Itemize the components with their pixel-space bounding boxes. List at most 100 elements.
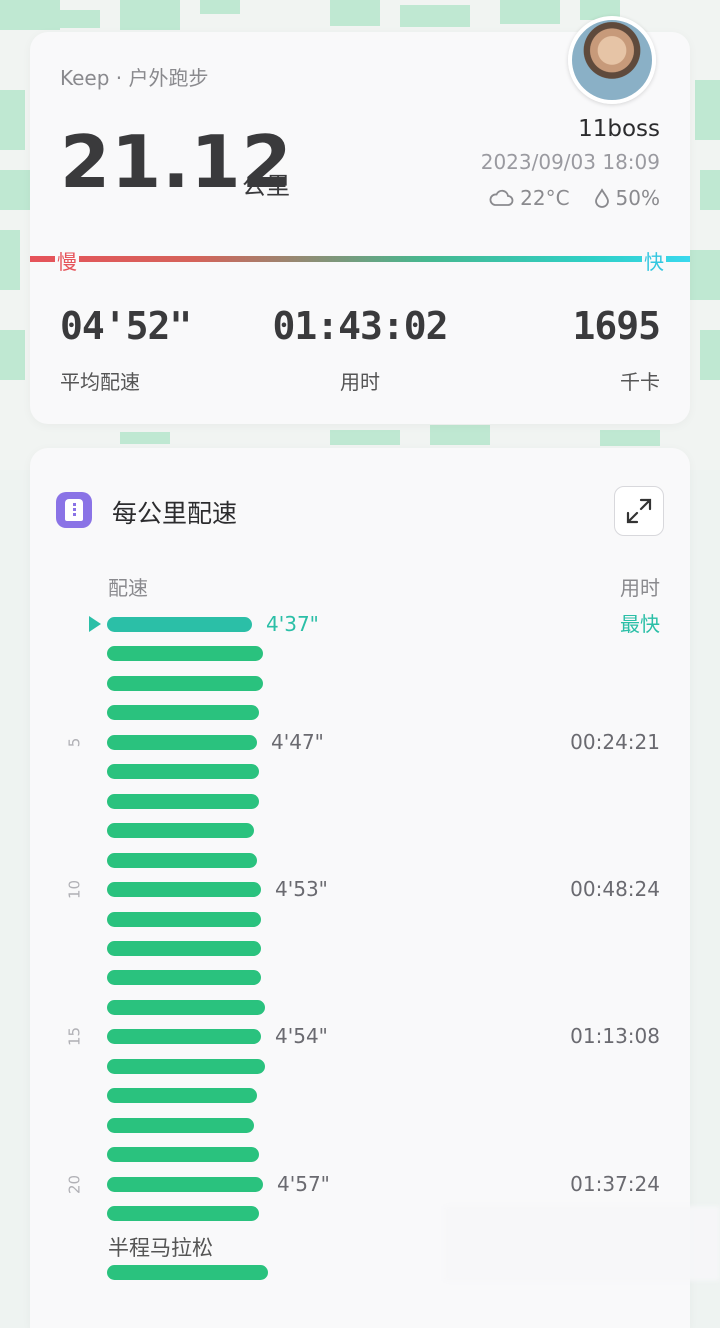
split-row: 20 4'57" 01:37:24 (30, 1170, 690, 1199)
map-patch (430, 425, 490, 445)
distance-unit: 公里 (242, 172, 290, 200)
split-time: 00:48:24 (570, 877, 660, 902)
run-datetime: 2023/09/03 18:09 (480, 150, 660, 174)
splits-card: 每公里配速 配速 用时 4'37" 最快 5 4'47" 00:24:21 10 4'53"… (30, 448, 690, 1328)
split-bar (107, 882, 261, 898)
split-bar (107, 1265, 268, 1281)
map-patch (0, 230, 20, 290)
split-bar (107, 911, 261, 927)
split-row (30, 669, 690, 698)
split-bar (107, 823, 254, 839)
time-column-header: 用时 (620, 576, 660, 600)
fast-label: 快 (642, 246, 666, 275)
split-row (30, 757, 690, 786)
map-patch (0, 90, 25, 150)
calories-stat: 1695 千卡 (572, 304, 661, 395)
slow-label: 慢 (55, 246, 79, 275)
split-bar (107, 675, 263, 691)
split-row: 10 4'53" 00:48:24 (30, 875, 690, 904)
map-patch (400, 5, 470, 27)
split-row (30, 934, 690, 963)
map-patch (695, 80, 720, 140)
split-bar (107, 1058, 265, 1074)
split-bar (107, 617, 252, 632)
split-row (30, 816, 690, 845)
username[interactable]: 11boss (578, 116, 660, 142)
split-row: 5 4'47" 00:24:21 (30, 728, 690, 757)
map-patch (120, 432, 170, 444)
pace-column-header: 配速 (108, 576, 148, 600)
blurred-region (445, 1206, 720, 1281)
split-row (30, 1111, 690, 1140)
split-row: 4'37" 最快 (30, 610, 690, 639)
split-bar (107, 1176, 263, 1192)
split-row (30, 905, 690, 934)
map-patch (700, 330, 720, 380)
split-bar (107, 1088, 257, 1104)
map-patch (60, 10, 100, 28)
temperature: 22°C (520, 186, 570, 210)
split-pace: 4'57" (277, 1171, 330, 1196)
split-bar (107, 970, 261, 986)
half-marathon-label: 半程马拉松 (108, 1236, 213, 1260)
calories-value: 1695 (572, 304, 661, 348)
splits-title: 每公里配速 (112, 499, 238, 528)
split-bar (107, 999, 265, 1015)
activity-source: Keep · 户外跑步 (60, 66, 209, 90)
split-pace: 4'53" (275, 877, 328, 902)
triangle-marker-icon (89, 616, 101, 632)
map-patch (700, 170, 720, 210)
split-pace: 4'54" (275, 1024, 328, 1049)
split-row (30, 993, 690, 1022)
pace-gradient-bar (30, 256, 690, 262)
split-bar (107, 1117, 254, 1133)
droplet-icon (594, 188, 609, 208)
split-time: 最快 (620, 612, 660, 636)
map-patch (0, 330, 25, 380)
split-bar (107, 1206, 259, 1221)
split-bar (107, 940, 261, 956)
expand-icon (626, 498, 652, 524)
map-patch (0, 170, 30, 210)
split-bar (107, 734, 257, 750)
split-pace: 4'47" (271, 729, 324, 754)
split-bar (107, 1147, 259, 1163)
split-row (30, 787, 690, 816)
split-bar (107, 1029, 261, 1045)
split-bar (107, 646, 263, 662)
expand-button[interactable] (614, 486, 664, 536)
map-patch (0, 0, 60, 30)
map-patch (200, 0, 240, 14)
km-marker: 20 (65, 1174, 83, 1194)
weather-info: 22°C 50% (488, 186, 660, 210)
split-pace: 4'37" (266, 612, 319, 636)
pace-icon (56, 492, 92, 528)
split-time: 01:13:08 (570, 1024, 660, 1049)
calories-label: 千卡 (620, 370, 660, 394)
km-marker: 15 (65, 1027, 83, 1047)
avatar[interactable] (568, 16, 656, 104)
km-marker: 10 (65, 880, 83, 900)
map-patch (330, 0, 380, 26)
split-time: 01:37:24 (570, 1171, 660, 1196)
split-row (30, 1081, 690, 1110)
run-summary-card: Keep · 户外跑步 21.12 公里 11boss 2023/09/03 1… (30, 16, 690, 424)
map-patch (120, 0, 180, 30)
humidity: 50% (615, 186, 660, 210)
split-row (30, 1140, 690, 1169)
split-bar (107, 764, 259, 780)
split-bar (107, 705, 259, 721)
split-time: 00:24:21 (570, 729, 660, 754)
map-patch (330, 430, 400, 445)
cloud-icon (489, 189, 514, 206)
km-marker: 5 (65, 737, 83, 748)
split-row (30, 698, 690, 727)
split-row (30, 1052, 690, 1081)
map-patch (690, 250, 720, 300)
split-row (30, 846, 690, 875)
map-patch (500, 0, 560, 24)
split-row: 15 4'54" 01:13:08 (30, 1022, 690, 1051)
split-row (30, 639, 690, 668)
split-bar (107, 852, 257, 868)
split-row (30, 963, 690, 992)
